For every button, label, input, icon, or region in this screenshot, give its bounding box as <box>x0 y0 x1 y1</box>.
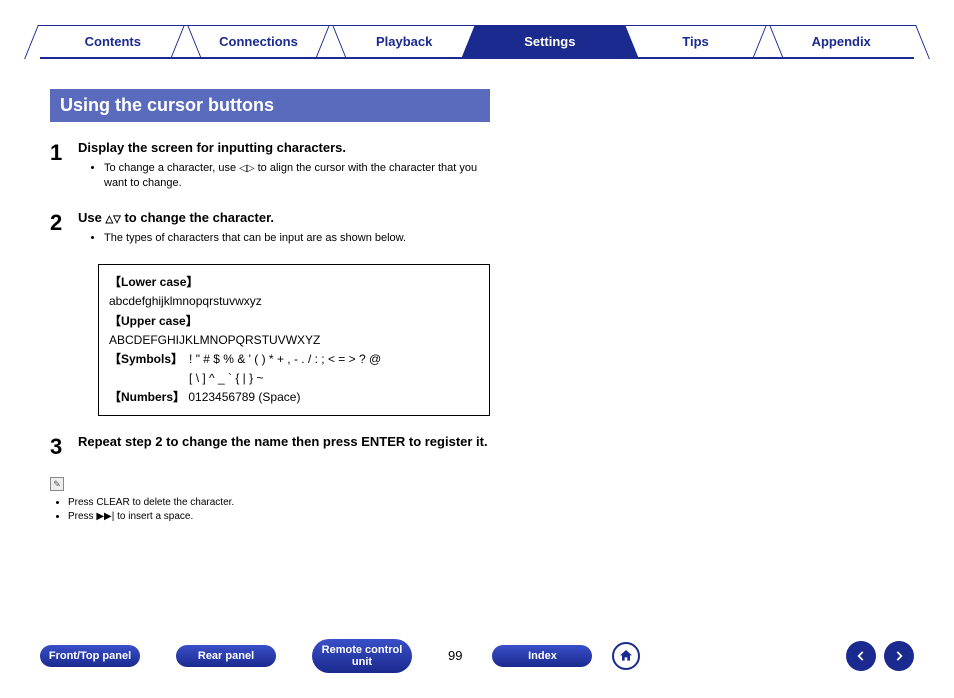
step-2-bullet: The types of characters that can be inpu… <box>104 231 490 246</box>
note-icon: ✎ <box>50 477 64 491</box>
left-right-triangle-icon: ◁▷ <box>239 163 254 174</box>
front-top-panel-button[interactable]: Front/Top panel <box>40 645 140 667</box>
footer-bar: Front/Top panel Rear panel Remote contro… <box>40 639 914 673</box>
skip-forward-icon: ▶▶| <box>96 511 114 522</box>
step-number: 2 <box>50 210 78 250</box>
note-2: Press ▶▶| to insert a space. <box>68 511 490 522</box>
note-1: Press CLEAR to delete the character. <box>68 497 490 508</box>
upper-case-chars: ABCDEFGHIJKLMNOPQRSTUVWXYZ <box>109 331 479 350</box>
next-page-button[interactable] <box>884 641 914 671</box>
prev-page-button[interactable] <box>846 641 876 671</box>
step-1-bullet: To change a character, use ◁▷ to align t… <box>104 161 490 192</box>
top-tabs: Contents Connections Playback Settings T… <box>40 25 914 59</box>
main-content: Using the cursor buttons 1 Display the s… <box>50 89 490 522</box>
step-2-title: Use △▽ to change the character. <box>78 210 490 225</box>
step-3-title: Repeat step 2 to change the name then pr… <box>78 434 490 449</box>
step-1: 1 Display the screen for inputting chara… <box>50 140 490 196</box>
index-button[interactable]: Index <box>492 645 592 667</box>
lower-case-chars: abcdefghijklmnopqrstuvwxyz <box>109 292 479 311</box>
remote-control-unit-button[interactable]: Remote control unit <box>312 639 412 673</box>
page-number: 99 <box>448 648 462 663</box>
step-number: 1 <box>50 140 78 196</box>
step-3: 3 Repeat step 2 to change the name then … <box>50 434 490 460</box>
notes-list: Press CLEAR to delete the character. Pre… <box>50 497 490 522</box>
up-down-triangle-icon: △▽ <box>105 214 120 225</box>
tab-contents[interactable]: Contents <box>40 25 186 57</box>
character-table: 【Lower case】 abcdefghijklmnopqrstuvwxyz … <box>98 264 490 416</box>
symbols-line2: [ \ ] ^ _ ` { | } ~ <box>189 369 381 388</box>
step-1-title: Display the screen for inputting charact… <box>78 140 490 155</box>
tab-settings[interactable]: Settings <box>477 25 623 57</box>
numbers-chars: 0123456789 (Space) <box>188 390 300 404</box>
step-2: 2 Use △▽ to change the character. The ty… <box>50 210 490 250</box>
section-title: Using the cursor buttons <box>50 89 490 122</box>
tab-playback[interactable]: Playback <box>331 25 477 57</box>
tab-tips[interactable]: Tips <box>623 25 769 57</box>
step-number: 3 <box>50 434 78 460</box>
tab-connections[interactable]: Connections <box>186 25 332 57</box>
lower-case-label: 【Lower case】 <box>109 275 198 289</box>
upper-case-label: 【Upper case】 <box>109 314 198 328</box>
symbols-line1: ! " # $ % & ' ( ) * + , - . / : ; < = > … <box>189 350 381 369</box>
symbols-label: 【Symbols】 <box>109 350 183 369</box>
numbers-label: 【Numbers】 <box>109 390 185 404</box>
rear-panel-button[interactable]: Rear panel <box>176 645 276 667</box>
home-icon[interactable] <box>612 642 640 670</box>
tab-appendix[interactable]: Appendix <box>768 25 914 57</box>
